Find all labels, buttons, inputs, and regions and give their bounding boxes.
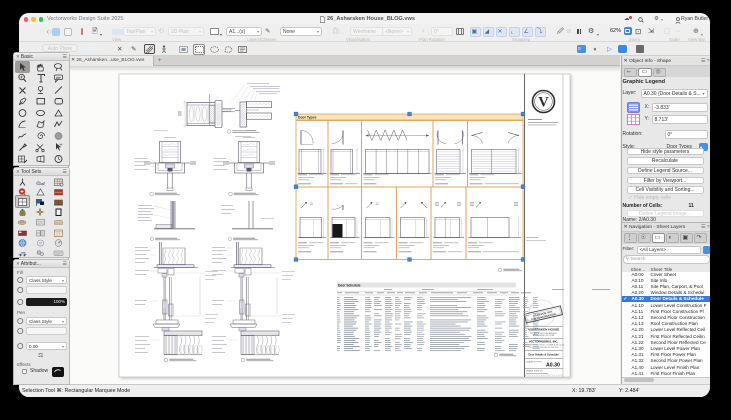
svg-text:DRAWN: MJR/DLH: DRAWN: MJR/DLH — [526, 369, 543, 372]
svg-text:ASHARSKEN , NY 11788: ASHARSKEN , NY 11788 — [533, 334, 554, 337]
svg-text:A0.30: A0.30 — [546, 362, 560, 368]
svg-text:Door Schedule: Door Schedule — [338, 283, 361, 287]
svg-text:V: V — [538, 94, 549, 110]
svg-text:ASHARSKEN HOUSE: ASHARSKEN HOUSE — [528, 327, 559, 331]
svg-text:Door Types: Door Types — [298, 115, 317, 119]
svg-text:Door Details & Schedule: Door Details & Schedule — [528, 352, 559, 356]
